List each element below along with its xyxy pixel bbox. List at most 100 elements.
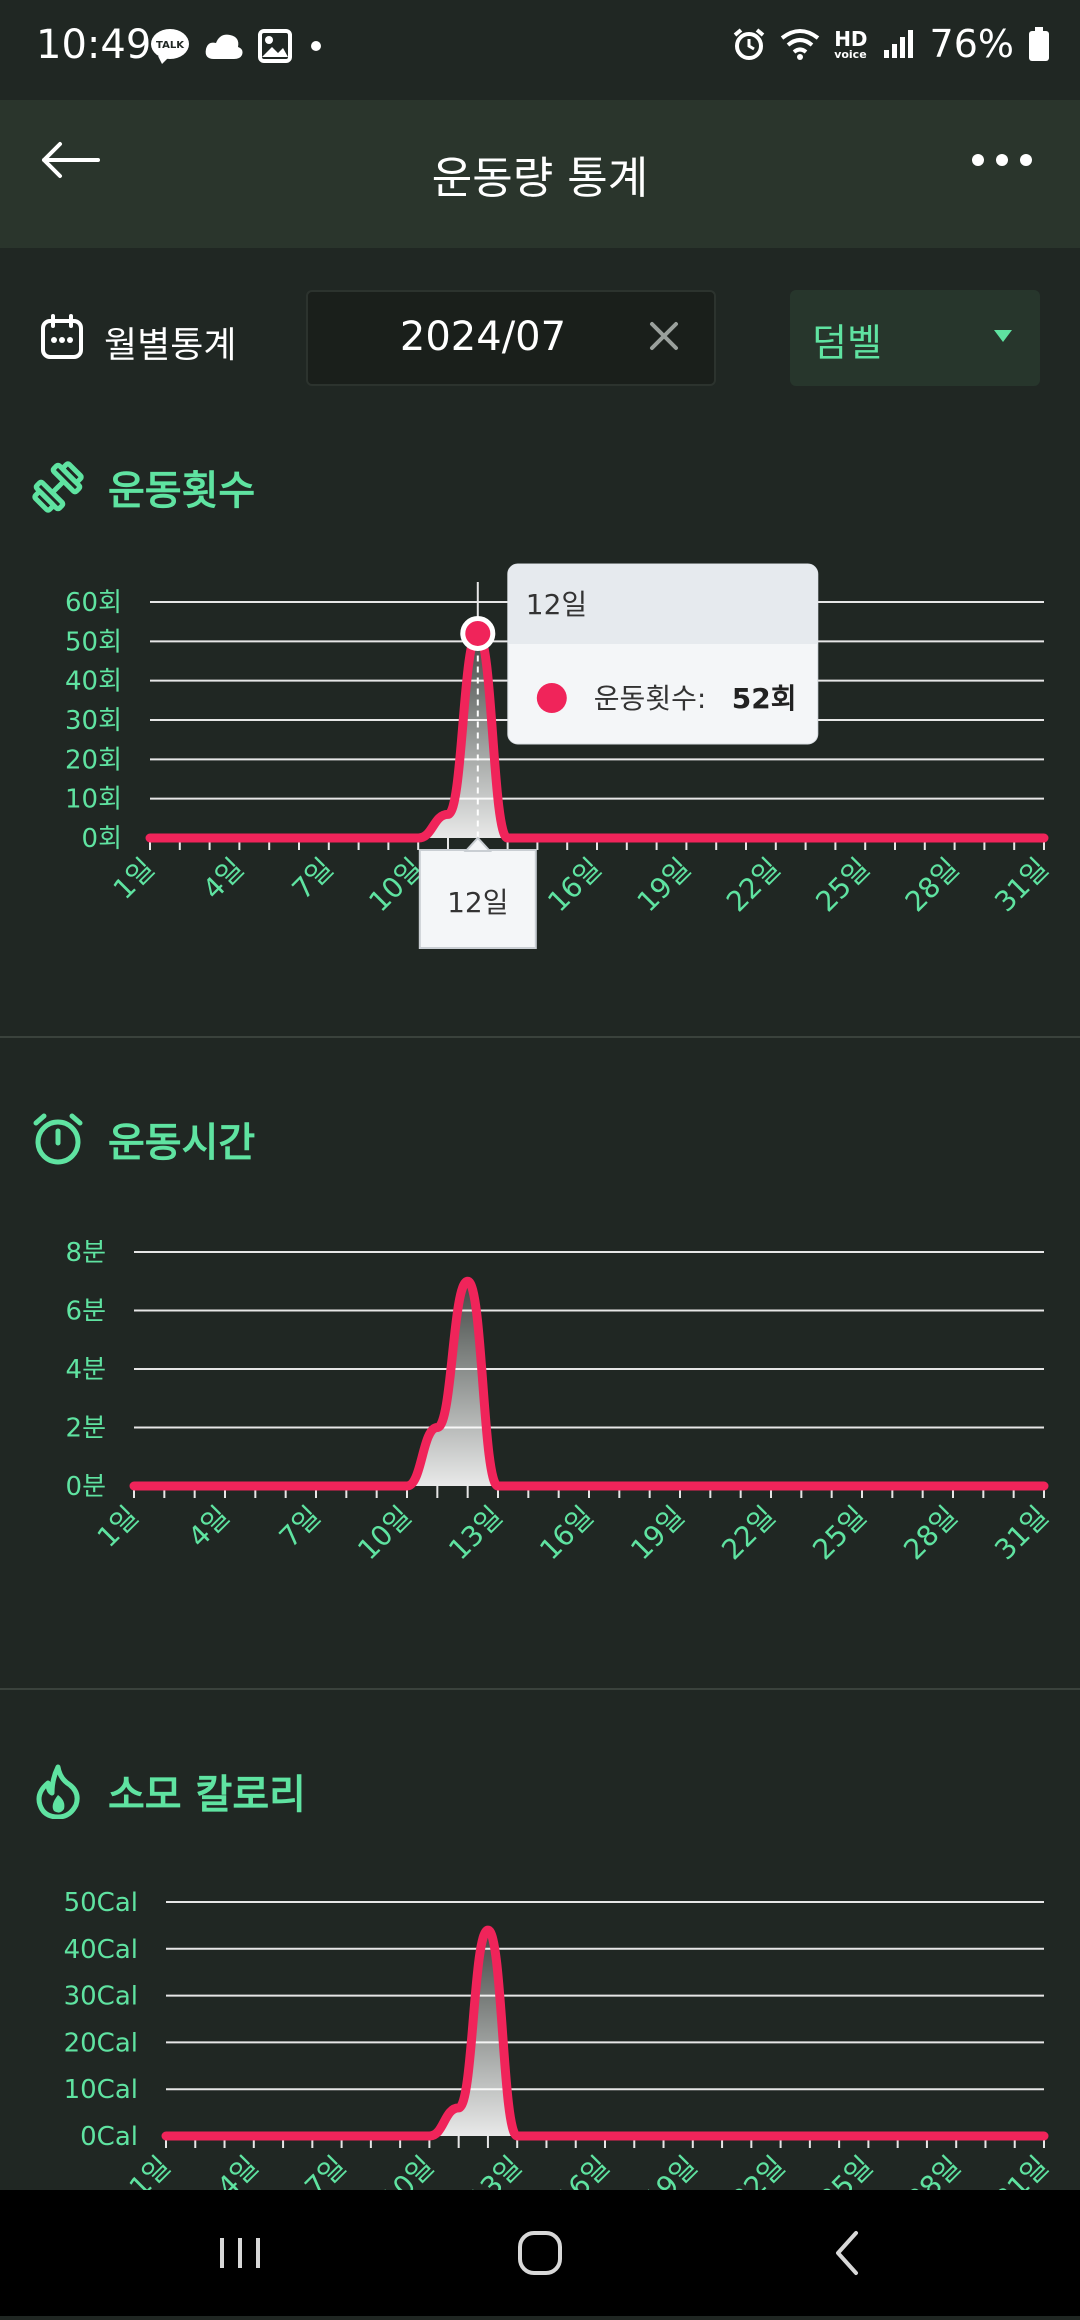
date-value: 2024/07 (399, 314, 567, 360)
x-tick-label: 28일 (900, 2150, 967, 2190)
dot-icon (311, 41, 321, 51)
y-tick-label: 40Cal (64, 1935, 138, 1965)
section-title: 운동횟수 (108, 468, 256, 514)
hd-text: HD (834, 26, 868, 51)
dropdown-arrow-icon (994, 330, 1012, 342)
wifi-icon (780, 29, 820, 60)
hd-voice-icon: HD voice (834, 29, 867, 60)
page-title: 운동량 통계 (431, 153, 649, 204)
y-tick-label: 2분 (66, 1414, 106, 1444)
exercise-time-chart: 0분 2분 4분 6분 8분 1일 4일 7일 10일 13일 16일 19일 22일 25일 28일 31일 (66, 1238, 1055, 1567)
chevron-left-icon (836, 2231, 858, 2275)
highlight-point (460, 615, 496, 651)
back-nav-button[interactable] (766, 2190, 926, 2316)
x-tick-label: 1일 (91, 1500, 145, 1554)
y-tick-label: 0회 (82, 824, 122, 854)
back-button[interactable] (40, 140, 130, 210)
tooltip-header-fill (507, 634, 818, 644)
x-tick-label: 31일 (988, 852, 1055, 919)
x-tick-label: 31일 (988, 1500, 1055, 1567)
system-nav-bar (0, 2190, 1080, 2316)
alarm-clock-icon (33, 1113, 83, 1165)
filter-row: 월별통계 2024/07 덤벨 (0, 290, 1080, 390)
x-tick-label: 28일 (897, 1500, 964, 1567)
notification-icons: TALK (150, 28, 326, 64)
x-tick-label: 16일 (549, 2150, 616, 2190)
x-tick-label: 28일 (899, 852, 966, 919)
recent-apps-button[interactable] (160, 2190, 320, 2316)
y-tick-label: 10회 (65, 785, 122, 815)
talk-icon: TALK (151, 29, 189, 64)
section-header-count: 운동횟수 (30, 458, 255, 516)
y-tick-label: 30Cal (64, 1982, 138, 2012)
equipment-select[interactable]: 덤벨 (790, 290, 1040, 386)
section-title: 소모 칼로리 (108, 1772, 306, 1818)
signal-icon (883, 30, 913, 58)
alarm-icon (733, 28, 765, 60)
clear-date-button[interactable] (644, 316, 684, 356)
calendar-icon (40, 314, 84, 364)
home-icon (518, 2231, 562, 2275)
y-tick-label: 8분 (66, 1238, 106, 1268)
system-icons: HD voice 76% (732, 22, 1050, 66)
series-area (134, 1281, 1044, 1486)
x-tick-label: 19일 (624, 1500, 691, 1567)
x-tick-label: 1일 (123, 2150, 177, 2190)
gallery-icon (258, 29, 292, 63)
x-tooltip-label: 12일 (447, 886, 508, 919)
x-tick-label: 16일 (541, 852, 608, 919)
x-tick-label: 7일 (273, 1500, 327, 1554)
recent-apps-icon (220, 2238, 260, 2268)
x-tick-label: 1일 (107, 852, 161, 906)
y-tick-label: 4분 (66, 1355, 106, 1385)
x-tick-label: 25일 (809, 852, 876, 919)
y-tick-label: 0Cal (80, 2122, 138, 2152)
series-area (166, 1930, 1044, 2136)
x-tick-label: 19일 (637, 2150, 704, 2190)
series-line (129, 1276, 1049, 1491)
x-tick-label: 16일 (533, 1500, 600, 1567)
y-tick-label: 0분 (66, 1472, 106, 1502)
y-tick-label: 20Cal (64, 2028, 138, 2058)
flame-icon (36, 1764, 80, 1819)
more-options-button[interactable] (970, 150, 1050, 200)
y-tick-label: 50Cal (64, 1888, 138, 1918)
x-tick-label: 22일 (725, 2150, 792, 2190)
x-tick-label: 10일 (351, 1500, 418, 1567)
divider (0, 1688, 1080, 1690)
x-tick-label: 22일 (720, 852, 787, 919)
exercise-count-chart: 0회10회20회30회40회50회60회1일4일7일10일13일16일19일22… (65, 563, 1055, 949)
date-field[interactable]: 2024/07 (306, 290, 716, 386)
section-header-time: 운동시간 (30, 1110, 255, 1168)
x-tick-label: 13일 (442, 1500, 509, 1567)
x-tick-label: 4일 (196, 852, 250, 906)
x-tick-label: 4일 (182, 1500, 236, 1554)
section-title: 운동시간 (108, 1120, 256, 1166)
status-bar: 10:49 TALK HD voice 76% (0, 0, 1080, 100)
tooltip-series-label: 운동횟수: (594, 682, 706, 715)
x-tick-label: 4일 (211, 2150, 265, 2190)
battery-text: 76% (929, 22, 1014, 66)
y-tick-label: 50회 (65, 627, 122, 657)
arrow-left-icon (42, 142, 100, 178)
x-tick-label: 19일 (631, 852, 698, 919)
tooltip-value: 52회 (732, 682, 797, 715)
battery-icon (1029, 27, 1049, 61)
tooltip-series-dot (536, 683, 567, 713)
y-tick-label: 40회 (65, 667, 122, 697)
cloud-icon (205, 34, 243, 59)
series-line (161, 1925, 1049, 2141)
y-tick-label: 20회 (65, 745, 122, 775)
equipment-value: 덤벨 (812, 321, 882, 365)
home-button[interactable] (460, 2190, 620, 2316)
calories-chart: 0Cal 10Cal 20Cal 30Cal 40Cal 50Cal 1일 4일 7일 10일 13… (64, 1888, 1055, 2190)
x-tick-label: 10일 (374, 2150, 441, 2190)
app-bar: 운동량 통계 (0, 100, 1080, 248)
divider (0, 1036, 1080, 1038)
x-tick-label: 25일 (806, 1500, 873, 1567)
close-icon (650, 322, 678, 350)
period-label: 월별통계 (104, 325, 237, 366)
more-horizontal-icon (972, 154, 1032, 166)
x-tick-label: 7일 (298, 2150, 352, 2190)
y-tick-label: 10Cal (64, 2075, 138, 2105)
